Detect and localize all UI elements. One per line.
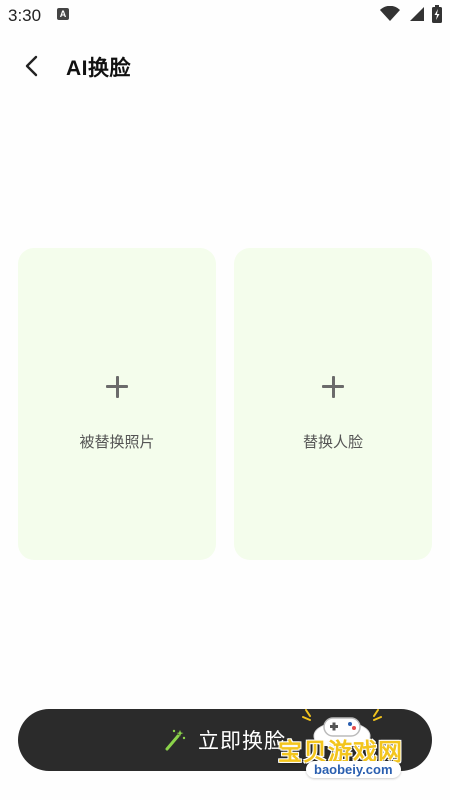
replaced-photo-card[interactable]: 被替换照片 xyxy=(18,248,216,560)
plus-icon xyxy=(106,376,128,398)
wifi-icon xyxy=(380,6,400,21)
swap-face-now-button[interactable]: 立即换脸 xyxy=(18,709,432,771)
magic-wand-icon xyxy=(165,729,186,751)
status-time: 3:30 xyxy=(8,6,42,25)
status-bar: 3:30 A xyxy=(0,0,450,32)
back-button[interactable] xyxy=(14,48,50,84)
battery-icon xyxy=(432,5,442,23)
plus-icon xyxy=(322,376,344,398)
replacement-face-card[interactable]: 替换人脸 xyxy=(234,248,432,560)
back-arrow-icon xyxy=(25,55,38,77)
signal-icon xyxy=(410,7,424,21)
replacement-face-label: 替换人脸 xyxy=(302,434,363,451)
replaced-photo-label: 被替换照片 xyxy=(79,434,155,451)
page-title: AI换脸 xyxy=(66,57,131,80)
status-icons xyxy=(380,5,442,23)
app-bar: AI换脸 xyxy=(0,40,450,92)
swap-face-now-label: 立即换脸 xyxy=(198,730,286,753)
android-app-icon: A xyxy=(57,8,69,20)
